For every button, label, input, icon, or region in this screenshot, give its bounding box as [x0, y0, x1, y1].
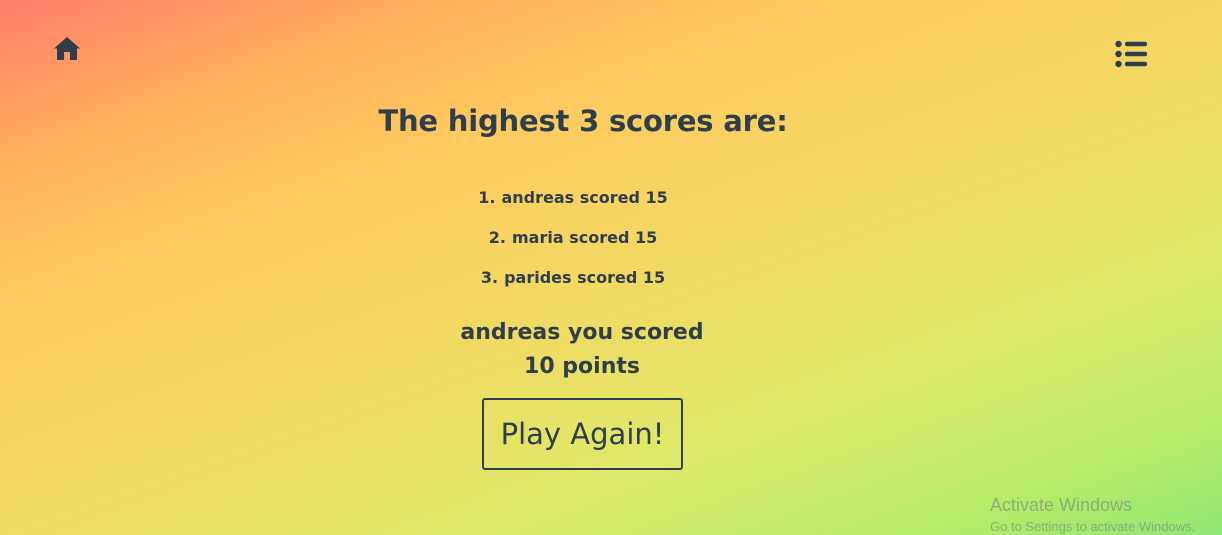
home-icon[interactable] — [53, 35, 81, 61]
list-icon[interactable] — [1115, 40, 1147, 68]
player-result: andreas you scored 10 points — [0, 316, 1164, 384]
watermark-subtitle: Go to Settings to activate Windows. — [990, 519, 1196, 534]
score-item: 1. andreas scored 15 — [0, 186, 1146, 226]
high-score-list: 1. andreas scored 15 2. maria scored 15 3.… — [0, 186, 1146, 306]
watermark-title: Activate Windows — [990, 495, 1133, 515]
score-rank: 1. — [478, 188, 496, 207]
score-item: 2. maria scored 15 — [0, 226, 1146, 266]
score-text: parides scored 15 — [504, 268, 666, 287]
score-item: 3. parides scored 15 — [0, 266, 1146, 306]
page-title: The highest 3 scores are: — [378, 104, 788, 138]
score-rank: 3. — [480, 268, 499, 287]
play-again-button[interactable]: Play Again! — [482, 398, 683, 470]
score-text: andreas scored 15 — [501, 188, 668, 207]
score-text: maria scored 15 — [511, 228, 658, 247]
player-result-points: 10 points — [524, 354, 640, 379]
player-result-line1: andreas you scored — [460, 320, 704, 345]
score-rank: 2. — [488, 228, 506, 247]
activate-windows-watermark: Activate Windows Go to Settings to activ… — [990, 494, 1195, 535]
